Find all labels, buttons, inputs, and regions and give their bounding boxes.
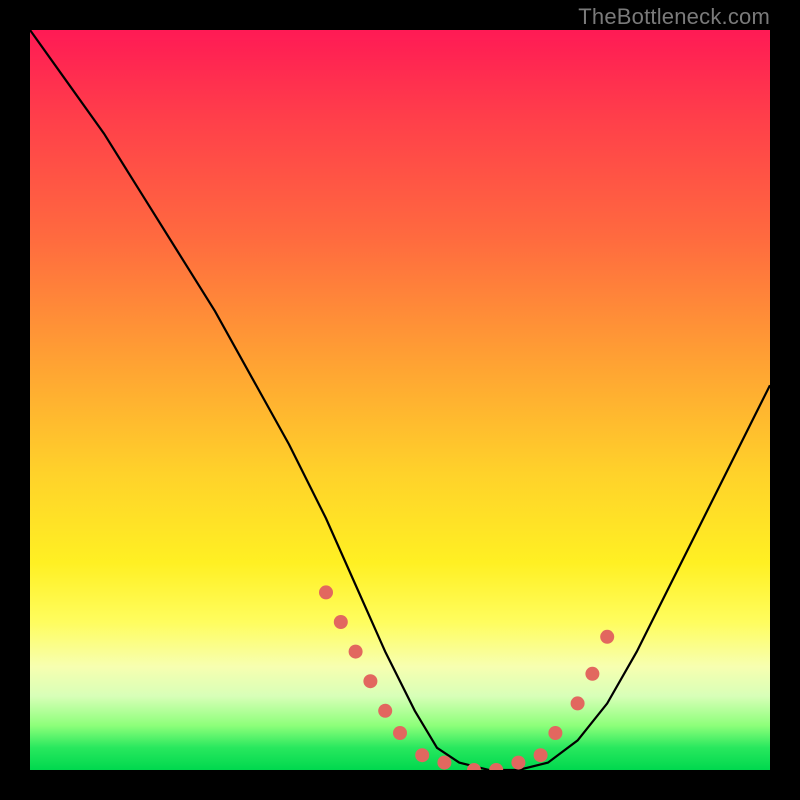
marker-dot <box>349 645 363 659</box>
marker-dot <box>571 696 585 710</box>
highlight-markers <box>319 585 614 770</box>
watermark-text: TheBottleneck.com <box>578 4 770 30</box>
marker-dot <box>319 585 333 599</box>
marker-dot <box>378 704 392 718</box>
marker-dot <box>489 763 503 770</box>
chart-stage: TheBottleneck.com <box>0 0 800 800</box>
marker-dot <box>585 667 599 681</box>
marker-dot <box>393 726 407 740</box>
curve-svg <box>30 30 770 770</box>
marker-dot <box>600 630 614 644</box>
plot-area <box>30 30 770 770</box>
marker-dot <box>511 756 525 770</box>
marker-dot <box>415 748 429 762</box>
marker-dot <box>548 726 562 740</box>
marker-dot <box>534 748 548 762</box>
marker-dot <box>334 615 348 629</box>
marker-dot <box>437 756 451 770</box>
bottleneck-curve <box>30 30 770 770</box>
marker-dot <box>363 674 377 688</box>
